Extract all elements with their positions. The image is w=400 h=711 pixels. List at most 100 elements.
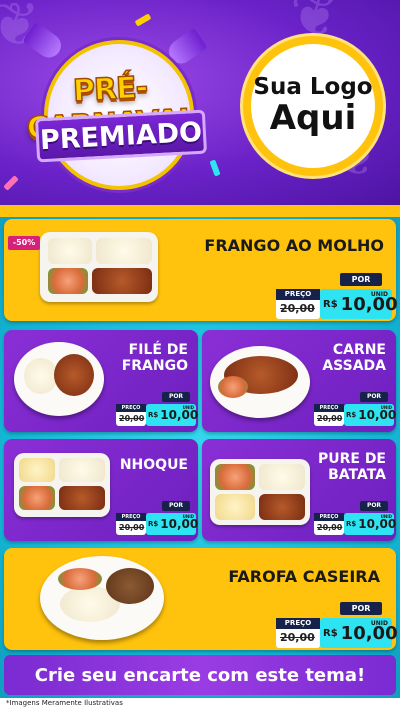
product-card-farofa-caseira[interactable]: FAROFA CASEIRA POR PREÇO 20,00 R$ 10,00 … (4, 548, 398, 650)
price-old: 20,00 (280, 631, 315, 644)
food-salad (58, 568, 102, 590)
discount-badge: -50% (8, 236, 40, 250)
price-tag: POR PREÇO 20,00 R$ 10,00 UNID (116, 392, 199, 426)
food-salad (48, 268, 88, 294)
price-tag: POR PREÇO 20,00 R$ 10,00 UNID (314, 392, 397, 426)
food-chicken (54, 354, 94, 396)
product-card-file-de-frango[interactable]: FILÉ DE FRANGO POR PREÇO 20,00 R$ 10,00 … (4, 330, 198, 432)
cta-text: Crie seu encarte com este tema! (34, 664, 366, 686)
food-mashed-potato (215, 494, 255, 520)
product-card-nhoque[interactable]: NHOQUE POR PREÇO 20,00 R$ 10,00 UNID (4, 439, 198, 541)
campaign-title-ribbon: PREMIADO (34, 109, 208, 163)
product-image (210, 346, 310, 418)
price-por-label: POR (162, 392, 190, 402)
product-card-frango-ao-molho[interactable]: FRANGO AO MOLHO POR PREÇO 20,00 R$ 10,00… (4, 219, 398, 321)
price-value: 10,00 (340, 622, 398, 644)
product-name: NHOQUE (119, 457, 188, 473)
product-name: CARNE ASSADA (322, 342, 386, 374)
product-name-line2: BATATA (328, 467, 386, 484)
price-value: 10,00 (340, 293, 398, 315)
food-meat (59, 486, 105, 510)
food-rice (24, 358, 58, 394)
price-preco-label: PREÇO (276, 289, 320, 300)
food-corn-salad (215, 464, 255, 490)
price-old-box: PREÇO 20,00 (116, 404, 146, 426)
price-current-box: R$ 10,00 UNID (344, 513, 397, 535)
price-old: 20,00 (280, 302, 315, 315)
price-currency: R$ (346, 520, 357, 528)
price-old-box: PREÇO 20,00 (276, 289, 320, 319)
product-name: FAROFA CASEIRA (228, 567, 380, 586)
price-old-box: PREÇO 20,00 (314, 513, 344, 535)
price-por-label: POR (340, 602, 382, 615)
price-current-box: R$ 10,00 UNID (146, 513, 199, 535)
food-rice (96, 238, 152, 264)
price-current-box: R$ 10,00 UNID (344, 404, 397, 426)
disclaimer-text: *Imagens Meramente Ilustrativas (6, 699, 123, 707)
product-image (210, 459, 310, 525)
price-old: 20,00 (119, 523, 145, 532)
product-name-line2: ASSADA (322, 358, 386, 375)
price-tag: POR PREÇO 20,00 R$ 10,00 UNID (276, 273, 398, 319)
food-salad (19, 486, 55, 510)
food-gnocchi (19, 458, 55, 482)
price-unit: UNID (380, 405, 392, 410)
food-rice (259, 464, 305, 490)
price-old: 20,00 (119, 414, 145, 423)
logo-text-line2: Aqui (269, 97, 357, 138)
food-farofa (106, 568, 154, 604)
product-image (14, 342, 104, 416)
product-name-line1: CARNE (332, 342, 386, 358)
price-old-box: PREÇO 20,00 (276, 618, 320, 648)
product-name-line1: PURE DE (317, 451, 386, 467)
price-por-label: POR (360, 501, 388, 511)
product-card-pure-de-batata[interactable]: PURE DE BATATA POR PREÇO 20,00 R$ 10,00 … (202, 439, 396, 541)
campaign-title-badge: PRÉ-CARNAVAL PREMIADO (6, 22, 216, 192)
price-value: 10,00 (358, 408, 397, 422)
price-tag: POR PREÇO 20,00 R$ 10,00 UNID (276, 602, 398, 648)
product-name-line2: FRANGO (121, 358, 188, 375)
price-por-label: POR (162, 501, 190, 511)
price-unit: UNID (380, 514, 392, 519)
price-tag: POR PREÇO 20,00 R$ 10,00 UNID (314, 501, 397, 535)
food-chicken (92, 268, 152, 294)
board-top-strip (0, 205, 400, 217)
price-old-box: PREÇO 20,00 (116, 513, 146, 535)
price-value: 10,00 (160, 517, 199, 531)
header-banner: ❦ ❦ ❦ PRÉ-CARNAVAL PREMIADO Sua Logo Aqu… (0, 0, 400, 205)
product-name: FILÉ DE FRANGO (122, 342, 188, 374)
product-name: PURE DE BATATA (318, 451, 386, 483)
food-rice (59, 458, 105, 482)
food-vegetables (218, 376, 248, 398)
price-unit: UNID (370, 620, 388, 627)
price-unit: UNID (182, 405, 194, 410)
price-por-label: POR (340, 273, 382, 286)
price-preco-label: PREÇO (314, 404, 344, 412)
price-currency: R$ (346, 411, 357, 419)
price-preco-label: PREÇO (314, 513, 344, 521)
food-meat (259, 494, 305, 520)
price-value: 10,00 (160, 408, 199, 422)
price-currency: R$ (323, 298, 338, 310)
product-name: FRANGO AO MOLHO (204, 236, 384, 255)
food-rice (48, 238, 92, 264)
price-preco-label: PREÇO (276, 618, 320, 629)
price-currency: R$ (148, 411, 159, 419)
product-image (40, 232, 158, 302)
price-old: 20,00 (317, 523, 343, 532)
price-value: 10,00 (358, 517, 397, 531)
campaign-title-line2: PREMIADO (39, 116, 203, 156)
product-image (14, 453, 110, 517)
price-preco-label: PREÇO (116, 404, 146, 412)
price-current-box: R$ 10,00 UNID (320, 618, 398, 648)
price-currency: R$ (323, 627, 338, 639)
product-name-line1: FILÉ DE (128, 342, 188, 358)
price-unit: UNID (182, 514, 194, 519)
price-old-box: PREÇO 20,00 (314, 404, 344, 426)
product-card-carne-assada[interactable]: CARNE ASSADA POR PREÇO 20,00 R$ 10,00 UN… (202, 330, 396, 432)
price-tag: POR PREÇO 20,00 R$ 10,00 UNID (116, 501, 199, 535)
cta-banner[interactable]: Crie seu encarte com este tema! (4, 655, 396, 695)
price-unit: UNID (370, 291, 388, 298)
logo-text-line1: Sua Logo (253, 73, 373, 100)
price-old: 20,00 (317, 414, 343, 423)
